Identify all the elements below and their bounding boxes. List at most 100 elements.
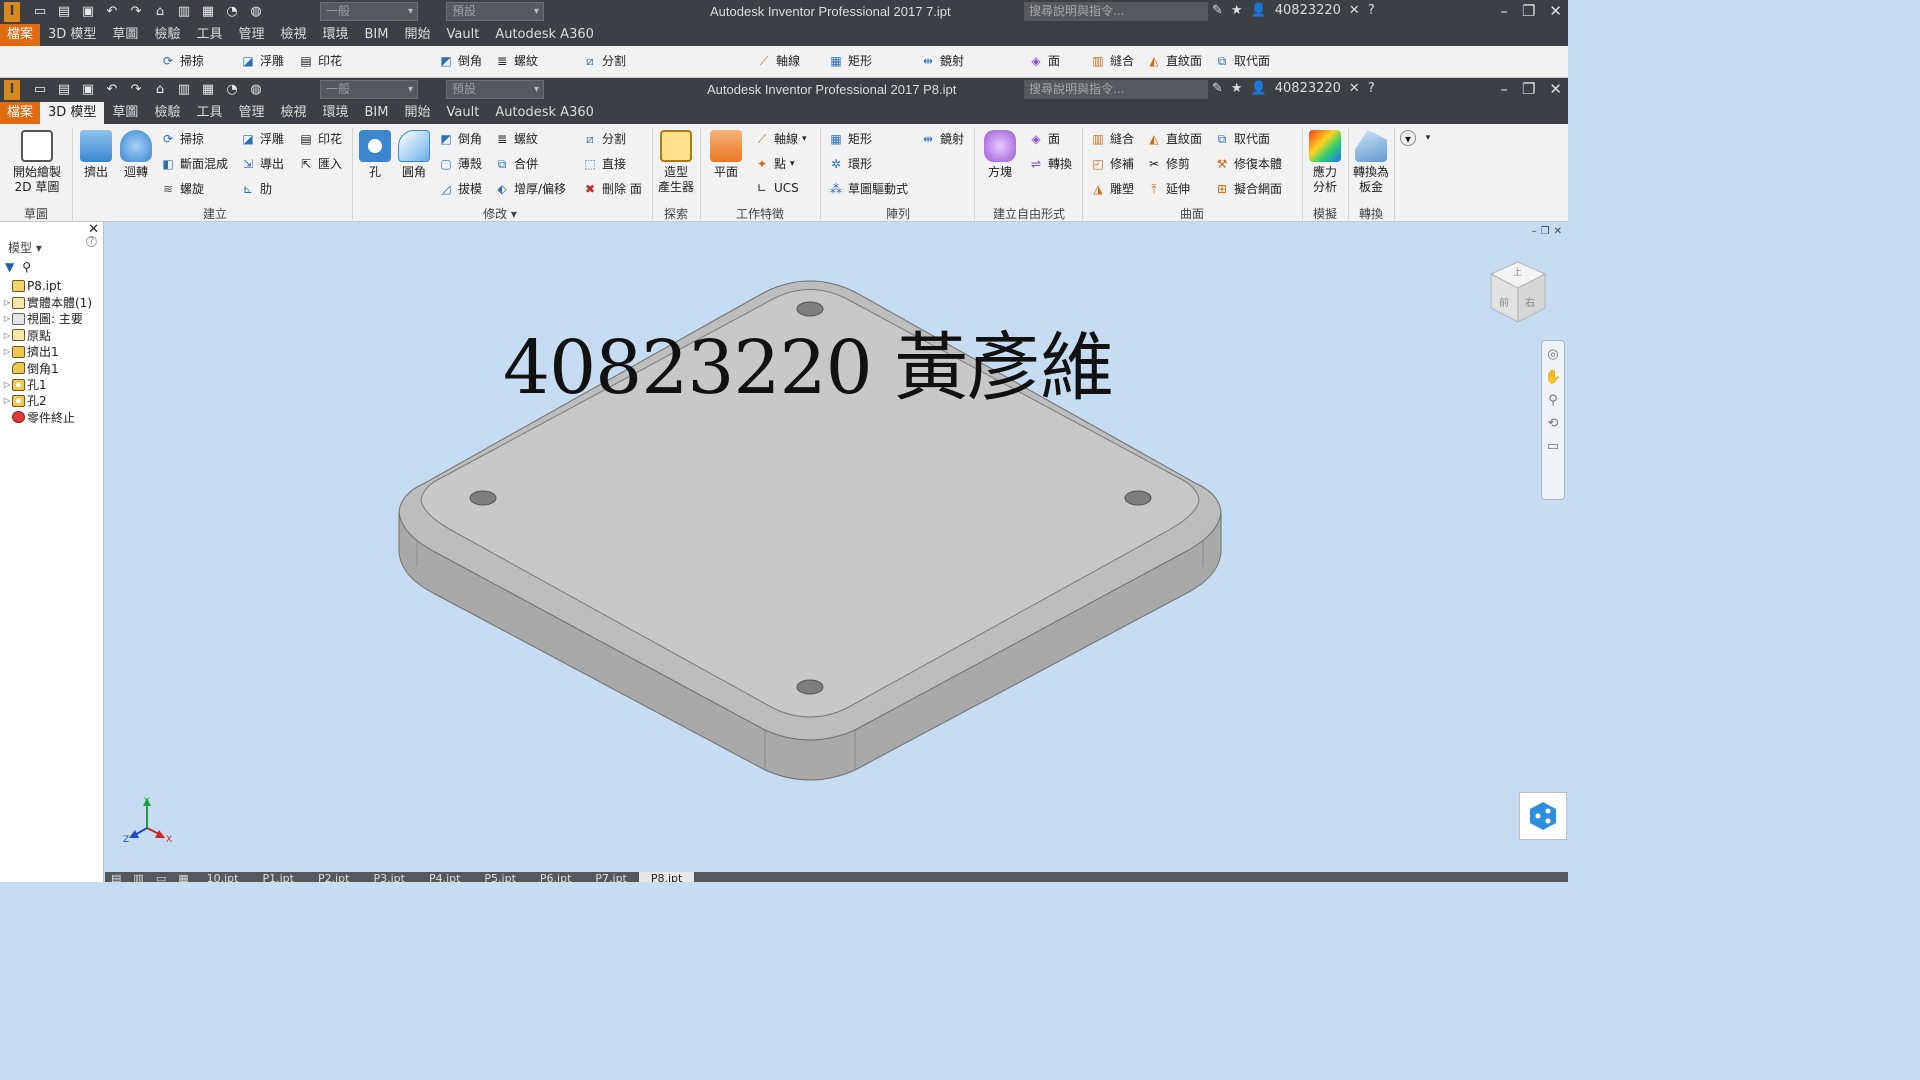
- minimize-icon[interactable]: –: [1500, 2, 1508, 20]
- tab-file[interactable]: 檔案: [0, 102, 40, 124]
- tree-item-hole1[interactable]: ▷ 孔1: [2, 376, 103, 392]
- emboss-button[interactable]: ◪ 浮雕: [240, 130, 284, 147]
- update-icon[interactable]: ▥: [174, 81, 194, 99]
- help-icon[interactable]: ?: [1368, 81, 1375, 96]
- restore-icon[interactable]: ❐: [1522, 2, 1535, 20]
- stress-analysis-button[interactable]: 應力 分析: [1306, 130, 1344, 195]
- tree-item-solid-bodies[interactable]: ▷ 實體本體(1): [2, 294, 103, 310]
- doc-tab[interactable]: P4.ipt: [417, 872, 472, 882]
- material-dropdown[interactable]: 預設: [446, 2, 544, 21]
- tree-item-hole2[interactable]: ▷ 孔2: [2, 393, 103, 409]
- sculpt-button[interactable]: ◮ 雕塑: [1090, 180, 1134, 197]
- loft-button[interactable]: ◧ 斷面混成: [160, 155, 228, 172]
- tab-manage[interactable]: 管理: [230, 24, 272, 46]
- doc-tab[interactable]: P2.ipt: [306, 872, 361, 882]
- material-dropdown[interactable]: 預設: [446, 80, 544, 99]
- direct-button[interactable]: ⬚ 直接: [582, 155, 626, 172]
- replace-face-button[interactable]: ⧉ 取代面: [1214, 130, 1270, 147]
- pan-icon[interactable]: ✋: [1545, 370, 1561, 385]
- extend-button[interactable]: ⤒ 延伸: [1146, 180, 1190, 197]
- search-input[interactable]: 搜尋說明與指令...: [1024, 80, 1208, 99]
- tabs-menu-icon[interactable]: ▦: [172, 872, 194, 882]
- tree-item-root[interactable]: P8.ipt: [2, 278, 103, 294]
- ruled-surface-button[interactable]: ◭ 直紋面: [1146, 130, 1202, 147]
- replace-face-button-back[interactable]: ⧉ 取代面: [1214, 52, 1270, 69]
- select-icon[interactable]: ▦: [198, 81, 218, 99]
- convert-button[interactable]: ⇌ 轉換: [1028, 155, 1072, 172]
- sketch-driven-pattern-button[interactable]: ⁂ 草圖驅動式: [828, 180, 908, 197]
- coil-button[interactable]: ≋ 螺旋: [160, 180, 204, 197]
- shape-generator-button[interactable]: 造型 產生器: [656, 130, 696, 195]
- stitch-button-back[interactable]: ▥ 縫合: [1090, 52, 1134, 69]
- tab-environments[interactable]: 環境: [315, 102, 357, 124]
- revolve-button[interactable]: 迴轉: [118, 130, 154, 180]
- tab-bim[interactable]: BIM: [357, 24, 397, 46]
- doc-tab[interactable]: P5.ipt: [472, 872, 527, 882]
- tab-sketch[interactable]: 草圖: [104, 102, 146, 124]
- redo-icon[interactable]: ↷: [126, 81, 146, 99]
- panel-label-modify[interactable]: 修改 ▾: [470, 205, 530, 222]
- import-button[interactable]: ⇱ 匯入: [298, 155, 342, 172]
- star-icon[interactable]: ★: [1231, 3, 1243, 18]
- mirror-button[interactable]: ⇹ 鏡射: [920, 130, 964, 147]
- ucs-button[interactable]: ∟ UCS: [754, 180, 799, 196]
- user-name[interactable]: 40823220: [1275, 81, 1341, 96]
- close-icon[interactable]: ✕: [1549, 80, 1562, 98]
- sweep-button-back[interactable]: ⟳ 掃掠: [160, 52, 204, 69]
- expand-arrow[interactable]: ▷: [2, 314, 12, 323]
- sweep-button[interactable]: ⟳ 掃掠: [160, 130, 204, 147]
- user-icon[interactable]: 👤: [1251, 3, 1267, 18]
- undo-icon[interactable]: ↶: [102, 81, 122, 99]
- tree-item-chamfer1[interactable]: 倒角1: [2, 360, 103, 376]
- combine-button[interactable]: ⧉ 合併: [494, 155, 538, 172]
- tab-get-started[interactable]: 開始: [396, 102, 438, 124]
- doc-tab-active[interactable]: P8.ipt: [638, 872, 695, 882]
- arrange-icon[interactable]: ▭: [150, 872, 172, 882]
- axis-button-back[interactable]: ⟋ 軸線: [756, 52, 800, 69]
- sign-icon[interactable]: ✎: [1212, 3, 1223, 18]
- circular-pattern-button[interactable]: ✲ 環形: [828, 155, 872, 172]
- tree-item-view[interactable]: ▷ 視圖: 主要: [2, 311, 103, 327]
- user-icon[interactable]: 👤: [1251, 81, 1267, 96]
- help-icon[interactable]: ?: [86, 236, 97, 247]
- tab-3d-model[interactable]: 3D 模型: [40, 24, 104, 46]
- doc-tab[interactable]: P6.ipt: [528, 872, 583, 882]
- tree-item-end-of-part[interactable]: 零件終止: [2, 409, 103, 425]
- adjust-icon[interactable]: ◔: [222, 3, 242, 21]
- doc-tab[interactable]: 10.ipt: [195, 872, 251, 882]
- orbit-icon[interactable]: ⟲: [1548, 416, 1559, 431]
- expand-arrow[interactable]: ▷: [2, 298, 12, 307]
- tab-sketch[interactable]: 草圖: [104, 24, 146, 46]
- chamfer-button-back[interactable]: ◩ 倒角: [438, 52, 482, 69]
- tab-file[interactable]: 檔案: [0, 24, 40, 46]
- find-icon[interactable]: ⚲: [22, 260, 31, 274]
- ribbon-options-button[interactable]: ▾ ▾: [1400, 130, 1436, 146]
- undo-icon[interactable]: ↶: [102, 3, 122, 21]
- exchange-icon[interactable]: ✕: [1349, 81, 1360, 96]
- extrude-button[interactable]: 擠出: [78, 130, 114, 180]
- tile-icon[interactable]: ▤: [105, 872, 127, 882]
- decal-button-back[interactable]: ▤ 印花: [298, 52, 342, 69]
- tree-item-origin[interactable]: ▷ 原點: [2, 327, 103, 343]
- sign-icon[interactable]: ✎: [1212, 81, 1223, 96]
- tab-a360[interactable]: Autodesk A360: [487, 24, 602, 46]
- split-button[interactable]: ⧄ 分割: [582, 130, 626, 147]
- look-at-icon[interactable]: ▭: [1547, 439, 1559, 454]
- derive-button[interactable]: ⇲ 導出: [240, 155, 284, 172]
- shell-button[interactable]: ▢ 薄殼: [438, 155, 482, 172]
- open-file-icon[interactable]: ▤: [54, 3, 74, 21]
- thread-button[interactable]: ≣ 螺紋: [494, 130, 538, 147]
- close-icon[interactable]: ✕: [88, 222, 99, 237]
- open-file-icon[interactable]: ▤: [54, 81, 74, 99]
- save-icon[interactable]: ▣: [78, 3, 98, 21]
- tab-a360[interactable]: Autodesk A360: [487, 102, 602, 124]
- tab-get-started[interactable]: 開始: [396, 24, 438, 46]
- filter-icon[interactable]: ▼: [5, 260, 14, 274]
- ruled-button-back[interactable]: ◭ 直紋面: [1146, 52, 1202, 69]
- tab-inspect[interactable]: 檢驗: [146, 24, 188, 46]
- rect-pattern-button[interactable]: ▦ 矩形: [828, 130, 872, 147]
- inventor-logo-icon[interactable]: I: [4, 80, 20, 100]
- stitch-button[interactable]: ▥ 縫合: [1090, 130, 1134, 147]
- tab-tools[interactable]: 工具: [188, 24, 230, 46]
- exchange-icon[interactable]: ✕: [1349, 3, 1360, 18]
